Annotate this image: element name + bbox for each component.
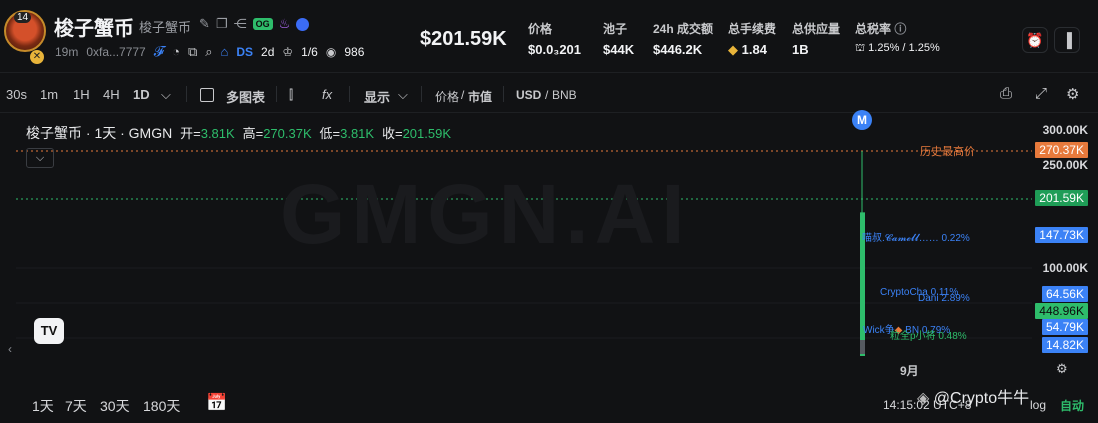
mcap-toggle[interactable]: 市值 [468,88,492,105]
watermark-logo-icon: ◈ [917,390,930,407]
price-chart[interactable]: GMGN.AI 梭子蟹币 · 1天 · GMGN 开=3.81K 高=270.3… [8,110,1032,378]
chart-watermark: GMGN.AI [280,167,691,261]
stat-volume: 24h 成交额 $446.2K [653,22,714,57]
globe-icon[interactable]: ◔ [172,44,180,59]
range-1d[interactable]: 1天 [32,396,54,416]
holder-price-tag: 448.96K [1035,303,1088,319]
ds-label: DS [236,44,254,59]
display-menu[interactable]: 显示 [364,87,390,106]
fullscreen-icon[interactable]: ⤢ [1035,85,1047,102]
holder-line-1[interactable]: 喵叔.𝓒𝓪𝓶𝓮𝓵𝓵…… 0.22% [862,229,970,244]
chart-toolbar: 30s 1m 1H 4H 1D ⌵ 多图表 ⫿ fx 显示 ⌵ 价格 / 市值 … [6,85,1080,106]
flame-icon: ♨ [278,16,291,31]
interval-1m[interactable]: 1m [40,87,58,102]
interval-1d[interactable]: 1D [133,87,150,102]
indicator-icon[interactable]: fx [322,87,332,102]
current-price-tag: 201.59K [1035,190,1088,206]
token-header: 14 ✕ 梭子蟹币 梭子蟹币 ✎ ❐ ⋲ OG ♨ 19m 0xfa...777… [0,0,1098,73]
settings-gear-icon[interactable]: ⚙ [1066,85,1079,103]
holder-price-tag: 54.79K [1041,319,1088,335]
display-chevron-icon[interactable]: ⌵ [398,87,408,103]
bnb-icon: ◆ [728,42,738,57]
interval-30s[interactable]: 30s [6,87,27,102]
holder-line-5[interactable]: 粒全p小将 0.48% [890,327,967,342]
alarm-icon[interactable]: ⏰ [1022,27,1048,53]
watermark-text: ◈ @Crypto牛牛 [917,390,1030,407]
calendar-icon[interactable]: 📅 [206,393,227,413]
multi-chart-checkbox[interactable] [200,88,214,102]
help-icon[interactable]: ⓘ [894,22,906,36]
token-name-sub: 梭子蟹币 [139,20,192,35]
share-icon[interactable]: ⋲ [234,16,247,32]
auto-toggle[interactable]: 自动 [1060,397,1084,414]
range-7d[interactable]: 7天 [65,396,87,416]
volume-bar [860,340,865,354]
crown-icon: ♔ [282,44,294,59]
stat-supply: 总供应量 1B [792,22,841,57]
avatar-badge: 14 [14,12,32,23]
tax-icon: ⛫ [855,42,866,54]
stat-price: 价格 $0.0₃201 [528,22,582,57]
copy-icon[interactable]: ❐ [216,16,228,32]
range-180d[interactable]: 180天 [143,396,180,416]
search-icon[interactable]: ⌕ [205,44,212,60]
date-label: 9月 [900,364,919,378]
stat-tax: 总税率 ⓘ ⛫ 1.25% / 1.25% [855,22,940,54]
multi-chart-label: 多图表 [226,90,266,105]
price-axis[interactable]: 300.00K 250.00K 100.00K 270.37K 201.59K … [1032,116,1098,376]
holder-price-tag: 14.82K [1041,337,1088,353]
og-tag: OG [252,18,273,30]
stat-fees: 总手续费 ◆ 1.84 [728,22,777,57]
holder-price-tag: 64.56K [1041,286,1088,302]
axis-settings-icon[interactable]: ⚙ [1056,361,1068,377]
twitter-x-icon: ✕ [30,50,44,64]
interval-1h[interactable]: 1H [73,87,90,102]
chevron-down-icon[interactable]: ⌵ [161,87,171,103]
interval-4h[interactable]: 4H [103,87,120,102]
view-count: 986 [344,44,365,59]
candle-type-icon[interactable]: ⫿ [289,87,293,103]
chart-title: 梭子蟹币 · 1天 · GMGN 开=3.81K 高=270.37K 低=3.8… [26,125,452,141]
ath-label: 历史最高价 [920,146,975,158]
axis-tick: 250.00K [1042,158,1088,172]
price-toggle[interactable]: 价格 [435,88,459,105]
contract-address[interactable]: 0xfa...7777 [86,45,145,59]
tradingview-logo[interactable]: TV [34,318,64,344]
ds-age: 2d [261,44,275,59]
token-age: 19m [55,44,79,59]
collapse-legend-button[interactable]: ⌵ [26,148,54,168]
camera-icon[interactable]: ⎙ [1000,85,1012,102]
axis-tick: 300.00K [1042,123,1088,137]
scroll-left-icon[interactable]: ‹ [8,342,12,356]
chain-icon [296,17,310,31]
token-price: $201.59K [420,28,507,50]
range-30d[interactable]: 30天 [100,396,130,416]
ds-icon: ⌂ [220,44,229,59]
edit-icon[interactable]: ✎ [199,16,210,32]
feather-icon[interactable]: 𝓕 [154,43,164,60]
stat-pool: 池子 $44K [603,22,635,57]
eye-icon: ◉ [325,44,337,59]
usd-toggle[interactable]: USD [516,88,541,102]
log-toggle[interactable]: log [1030,398,1046,412]
marker-m[interactable]: M [852,110,872,130]
panel-toggle-icon[interactable]: ▐ [1054,27,1080,53]
crown-count: 1/6 [301,44,318,59]
holder-line-3[interactable]: Dani 2.89% [918,293,970,304]
token-name: 梭子蟹币 [54,18,134,40]
edit-post-icon[interactable]: ⧉ [188,44,197,60]
holder-price-tag: 147.73K [1035,227,1088,243]
ath-price-tag: 270.37K [1035,142,1088,158]
bnb-toggle[interactable]: BNB [552,88,577,102]
axis-tick: 100.00K [1042,261,1088,275]
